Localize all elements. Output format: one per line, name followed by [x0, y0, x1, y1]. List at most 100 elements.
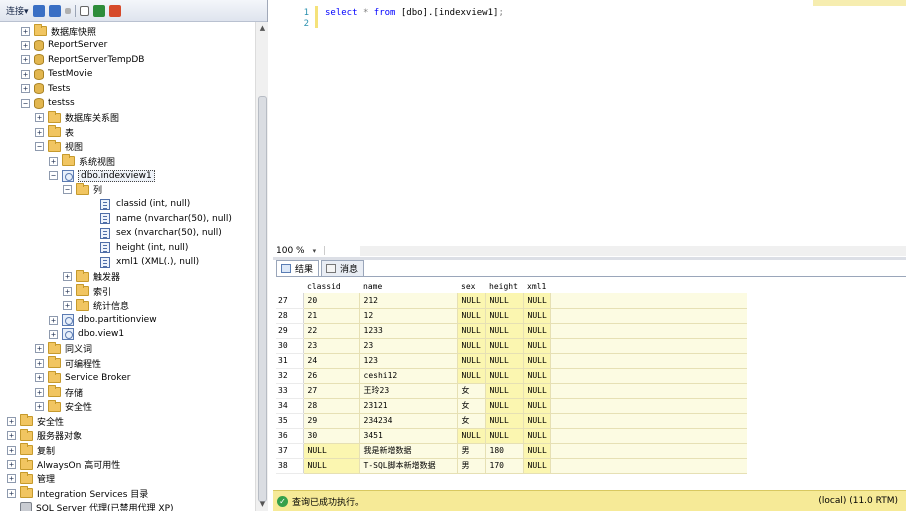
table-row[interactable]: 29 22 1233 NULL NULL NULL	[276, 323, 747, 339]
expand-icon[interactable]: +	[7, 431, 16, 441]
expand-icon[interactable]: +	[21, 84, 30, 94]
expand-icon[interactable]: +	[21, 55, 30, 65]
expand-icon[interactable]: +	[21, 40, 30, 50]
grid-cell[interactable]: 女	[457, 398, 486, 414]
grid-cell[interactable]: 29	[303, 413, 360, 429]
grid-cell[interactable]: 女	[457, 413, 486, 429]
grid-cell[interactable]: T-SQL脚本新增数据	[359, 458, 458, 474]
grid-cell[interactable]: NULL	[485, 353, 524, 369]
expand-icon[interactable]: +	[35, 113, 44, 123]
tree-node[interactable]: + Tests	[21, 82, 70, 96]
filter-icon[interactable]	[79, 5, 89, 16]
expand-icon[interactable]: +	[7, 416, 16, 426]
collapse-icon[interactable]: −	[35, 142, 44, 152]
tree-node[interactable]: − testss	[21, 96, 75, 110]
grid-cell[interactable]: NULL	[485, 308, 524, 324]
tree-node[interactable]: − 列	[63, 182, 102, 197]
grid-cell[interactable]: NULL	[523, 413, 551, 429]
grid-cell[interactable]: 26	[303, 368, 360, 384]
row-number[interactable]: 30	[276, 338, 304, 354]
grid-cell[interactable]: NULL	[523, 353, 551, 369]
row-number[interactable]: 33	[276, 383, 304, 399]
tree-node[interactable]: + 存储	[35, 385, 83, 399]
tree-node[interactable]: + 复制	[7, 443, 55, 457]
tree-node[interactable]: − 视图	[35, 139, 83, 154]
collapse-icon[interactable]: −	[21, 98, 30, 108]
grid-cell[interactable]: 21	[303, 308, 360, 324]
refresh-icon[interactable]	[92, 4, 105, 17]
tree-node[interactable]: + 索引	[63, 284, 111, 298]
column-header[interactable]: height	[485, 279, 523, 293]
grid-cell[interactable]: NULL	[485, 338, 524, 354]
tab-results[interactable]: 结果	[276, 260, 320, 276]
grid-cell[interactable]: NULL	[457, 323, 486, 339]
grid-cell[interactable]: NULL	[485, 323, 524, 339]
scroll-down-icon[interactable]: ▼	[256, 498, 269, 511]
tree-node[interactable]: + AlwaysOn 高可用性	[7, 457, 120, 472]
grid-cell[interactable]: 180	[485, 443, 524, 459]
grid-cell[interactable]: 28	[303, 398, 360, 414]
grid-cell[interactable]: NULL	[457, 338, 486, 354]
expand-icon[interactable]: +	[35, 402, 44, 412]
grid-cell[interactable]: 王玲23	[359, 383, 458, 399]
table-row[interactable]: 37 NULL 我是新增数据男 180 NULL	[276, 443, 747, 459]
expand-icon[interactable]: +	[7, 460, 16, 469]
sql-code-line[interactable]: select * from [dbo].[indexview1];	[325, 8, 504, 18]
grid-cell[interactable]: NULL	[485, 368, 524, 384]
row-number[interactable]: 37	[276, 443, 304, 459]
tree-node[interactable]: + 触发器	[63, 269, 120, 284]
grid-cell[interactable]: NULL	[457, 368, 486, 384]
expand-icon[interactable]: +	[7, 474, 16, 484]
scrollbar-thumb[interactable]	[258, 96, 267, 502]
row-number[interactable]: 29	[276, 323, 304, 339]
tree-node[interactable]: + 统计信息	[63, 298, 129, 313]
grid-cell[interactable]: 123	[359, 353, 458, 369]
grid-cell[interactable]: 23	[359, 338, 458, 354]
row-number[interactable]: 36	[276, 428, 304, 444]
table-row[interactable]: 30 23 23 NULL NULL NULL	[276, 338, 747, 354]
disconnect-icon[interactable]	[48, 4, 61, 17]
grid-cell[interactable]: 男	[457, 443, 486, 459]
table-row[interactable]: 27 20 212 NULL NULL NULL	[276, 293, 747, 309]
tree-node[interactable]: height (int, null)	[87, 241, 188, 255]
grid-cell[interactable]: 22	[303, 323, 360, 339]
tree-node[interactable]: + 安全性	[7, 414, 64, 428]
grid-cell[interactable]: 1233	[359, 323, 458, 339]
column-header[interactable]: xml1	[523, 279, 550, 293]
connect-object-explorer-icon[interactable]	[32, 4, 45, 17]
expand-icon[interactable]: +	[35, 358, 44, 368]
table-row[interactable]: 33 27 王玲23 女 NULL NULL	[276, 383, 747, 399]
expand-icon[interactable]: +	[63, 301, 72, 311]
row-number[interactable]: 32	[276, 368, 304, 384]
grid-cell[interactable]: NULL	[485, 293, 524, 309]
grid-cell[interactable]: NULL	[457, 308, 486, 324]
stop-icon[interactable]	[64, 7, 71, 14]
table-row[interactable]: 38 NULL T-SQL脚本新增数据男 170 NULL	[276, 458, 747, 474]
grid-cell[interactable]: 我是新增数据	[359, 443, 458, 459]
tree-node[interactable]: + dbo.partitionview	[49, 313, 157, 327]
expand-icon[interactable]: +	[35, 127, 44, 137]
tree-node[interactable]: sex (nvarchar(50), null)	[87, 226, 222, 240]
grid-cell[interactable]: 234234	[359, 413, 458, 429]
pane-splitter[interactable]	[273, 257, 906, 260]
expand-icon[interactable]: +	[63, 272, 72, 282]
grid-cell[interactable]: NULL	[523, 443, 551, 459]
expand-icon[interactable]: +	[63, 286, 72, 296]
row-number[interactable]: 27	[276, 293, 304, 309]
grid-cell[interactable]: 3451	[359, 428, 458, 444]
grid-cell[interactable]: NULL	[523, 398, 551, 414]
grid-cell[interactable]: NULL	[523, 383, 551, 399]
tree-node[interactable]: xml1 (XML(.), null)	[87, 255, 199, 269]
tree-node[interactable]: + TestMovie	[21, 67, 92, 81]
grid-cell[interactable]: NULL	[523, 308, 551, 324]
grid-cell[interactable]: NULL	[457, 293, 486, 309]
grid-cell[interactable]: NULL	[457, 353, 486, 369]
expand-icon[interactable]: +	[35, 387, 44, 397]
grid-cell[interactable]: 12	[359, 308, 458, 324]
grid-cell[interactable]: NULL	[523, 323, 551, 339]
tree-node[interactable]: + 管理	[7, 471, 55, 486]
grid-cell[interactable]: NULL	[523, 293, 551, 309]
grid-cell[interactable]: 170	[485, 458, 524, 474]
table-row[interactable]: 31 24 123 NULL NULL NULL	[276, 353, 747, 369]
tab-messages[interactable]: 消息	[321, 260, 365, 276]
